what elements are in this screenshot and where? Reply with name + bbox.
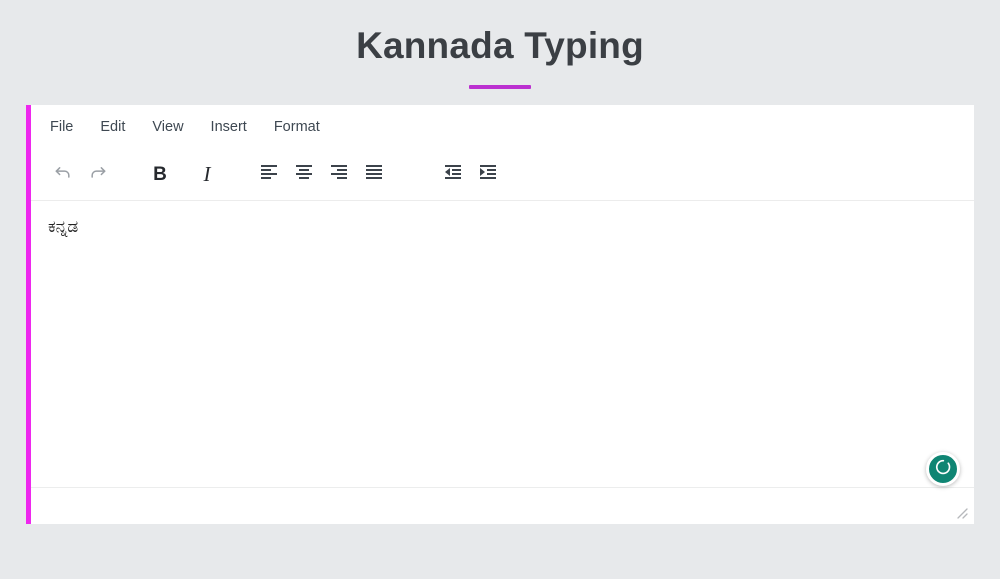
- page-title: Kannada Typing: [356, 25, 644, 66]
- editor-toolbar: B I: [31, 149, 974, 200]
- increase-indent-button[interactable]: [473, 160, 503, 190]
- menu-item-file[interactable]: File: [48, 116, 75, 138]
- align-justify-icon: [365, 163, 383, 186]
- undo-button[interactable]: [48, 160, 78, 190]
- align-center-button[interactable]: [289, 160, 319, 190]
- editor-menubar: File Edit View Insert Format: [31, 105, 974, 149]
- bold-icon: B: [153, 164, 167, 185]
- floating-action-button[interactable]: [926, 452, 960, 486]
- menu-item-format[interactable]: Format: [272, 116, 322, 138]
- undo-icon: [53, 162, 73, 187]
- redo-button[interactable]: [83, 160, 113, 190]
- document-text: ಕನ್ನಡ: [48, 217, 79, 237]
- align-justify-button[interactable]: [359, 160, 389, 190]
- menu-item-edit[interactable]: Edit: [98, 116, 127, 138]
- title-underline-accent: [469, 85, 531, 89]
- italic-icon: I: [203, 162, 211, 186]
- document-editing-area[interactable]: ಕನ್ನಡ: [31, 201, 974, 487]
- editor-statusbar: [31, 487, 974, 524]
- decrease-indent-button[interactable]: [438, 160, 468, 190]
- align-center-icon: [295, 163, 313, 186]
- page-header: Kannada Typing: [0, 0, 1000, 89]
- menu-item-view[interactable]: View: [150, 116, 185, 138]
- resize-grip-icon[interactable]: [954, 505, 968, 519]
- align-right-button[interactable]: [324, 160, 354, 190]
- align-left-icon: [260, 163, 278, 186]
- menu-item-insert[interactable]: Insert: [209, 116, 249, 138]
- italic-button[interactable]: I: [192, 160, 222, 190]
- increase-indent-icon: [479, 163, 497, 186]
- loading-spinner-icon: [934, 458, 952, 481]
- text-editor-panel: File Edit View Insert Format B I ಕನ್ನಡ: [26, 105, 974, 524]
- align-right-icon: [330, 163, 348, 186]
- bold-button[interactable]: B: [145, 160, 175, 190]
- decrease-indent-icon: [444, 163, 462, 186]
- align-left-button[interactable]: [254, 160, 284, 190]
- redo-icon: [88, 162, 108, 187]
